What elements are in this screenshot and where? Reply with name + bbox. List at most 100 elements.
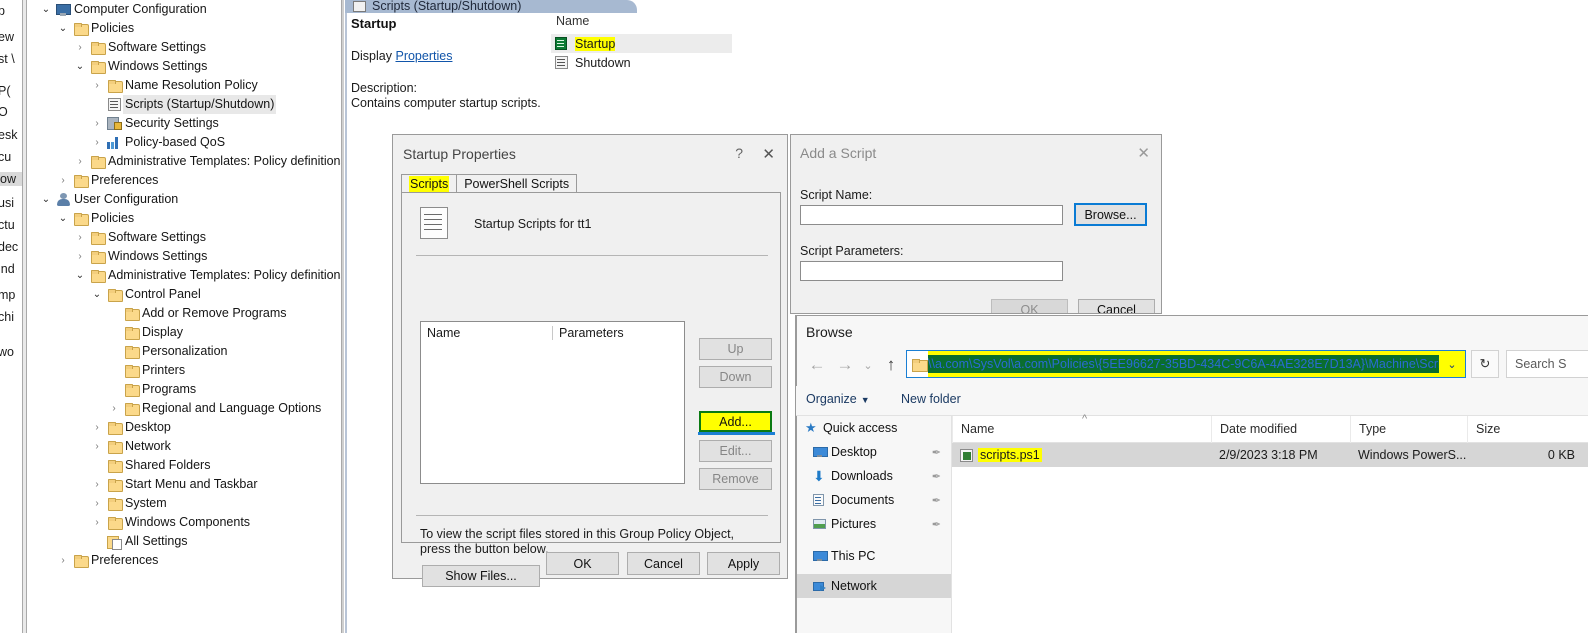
add-a-script-dialog[interactable]: Add a Script ✕ Script Name: Browse... Sc… <box>790 134 1162 314</box>
chevron-right-icon[interactable]: › <box>89 475 105 494</box>
file-list[interactable]: Name Date modified Type Size scripts.ps1… <box>952 413 1588 633</box>
nav-item-pictures[interactable]: Pictures ✒ <box>797 512 951 536</box>
ok-button[interactable]: OK <box>546 552 619 575</box>
tree-item-scripts-startup-shutdown[interactable]: Scripts (Startup/Shutdown) <box>28 95 342 114</box>
properties-link[interactable]: Properties <box>395 49 452 63</box>
chevron-down-icon[interactable]: ⌄ <box>72 266 88 285</box>
show-files-button[interactable]: Show Files... <box>422 565 540 587</box>
address-input[interactable]: \\a.com\SysVol\a.com\Policies\{5EE96627-… <box>928 355 1465 373</box>
search-input[interactable]: Search S <box>1506 350 1588 378</box>
chevron-right-icon[interactable]: › <box>72 38 88 57</box>
tree-item-administrative-templates-policy-definitions[interactable]: › Administrative Templates: Policy defini… <box>28 152 342 171</box>
nav-item-this-pc[interactable]: This PC <box>797 544 951 568</box>
recent-locations-chevron-down-icon[interactable]: ⌄ <box>860 352 876 378</box>
tree-item-desktop[interactable]: › Desktop <box>28 418 342 437</box>
chevron-down-icon[interactable]: ⌄ <box>72 57 88 76</box>
tree-item-network[interactable]: › Network <box>28 437 342 456</box>
pin-icon[interactable]: ✒ <box>932 494 941 507</box>
column-header-name[interactable]: Name <box>421 326 553 340</box>
edit-button[interactable]: Edit... <box>699 440 772 462</box>
group-policy-tree[interactable]: ⌄ Computer Configuration ⌄ Policies › Softwar… <box>28 0 342 633</box>
tree-item-preferences[interactable]: › Preferences <box>28 171 342 190</box>
chevron-right-icon[interactable]: › <box>89 494 105 513</box>
tree-item-shared-folders[interactable]: Shared Folders <box>28 456 342 475</box>
cancel-button[interactable]: Cancel <box>627 552 700 575</box>
chevron-right-icon[interactable]: › <box>89 437 105 456</box>
nav-item-network[interactable]: Network <box>797 574 951 598</box>
tree-item-all-settings[interactable]: All Settings <box>28 532 342 551</box>
organize-menu[interactable]: Organize ▼ <box>806 392 870 406</box>
tree-item-preferences[interactable]: › Preferences <box>28 551 342 570</box>
chevron-down-icon[interactable]: ⌄ <box>89 285 105 304</box>
tree-item-control-panel[interactable]: ⌄ Control Panel <box>28 285 342 304</box>
tree-item-software-settings[interactable]: › Software Settings <box>28 228 342 247</box>
tree-item-policies[interactable]: ⌄ Policies <box>28 19 342 38</box>
browse-button[interactable]: Browse... <box>1074 203 1147 226</box>
tab-powershell-scripts[interactable]: PowerShell Scripts <box>456 174 578 193</box>
chevron-right-icon[interactable]: › <box>72 247 88 266</box>
browse-file-dialog[interactable]: Browse ← → ⌄ ↑ \\a.com\SysVol\a.com\Poli… <box>795 315 1588 633</box>
tree-item-security-settings[interactable]: › Security Settings <box>28 114 342 133</box>
chevron-right-icon[interactable]: › <box>55 551 71 570</box>
tree-item-start-menu-and-taskbar[interactable]: › Start Menu and Taskbar <box>28 475 342 494</box>
table-row[interactable]: scripts.ps1 2/9/2023 3:18 PM Windows Pow… <box>952 443 1588 467</box>
startup-properties-dialog[interactable]: Startup Properties ? ✕ Scripts PowerShel… <box>392 134 788 587</box>
tree-item-name-resolution-policy[interactable]: › Name Resolution Policy <box>28 76 342 95</box>
ok-button[interactable]: OK <box>991 299 1068 313</box>
back-icon[interactable]: ← <box>806 352 828 378</box>
tree-item-administrative-templates-policy-definitions[interactable]: ⌄ Administrative Templates: Policy defini… <box>28 266 342 285</box>
tree-item-windows-components[interactable]: › Windows Components <box>28 513 342 532</box>
chevron-down-icon[interactable]: ⌄ <box>55 19 71 38</box>
column-header-date-modified[interactable]: Date modified <box>1211 415 1350 443</box>
chevron-down-icon[interactable]: ⌄ <box>38 0 54 19</box>
tree-item-display[interactable]: Display <box>28 323 342 342</box>
pin-icon[interactable]: ✒ <box>932 518 941 531</box>
tree-pane-splitter[interactable] <box>341 0 344 633</box>
tree-item-user-configuration[interactable]: ⌄ User Configuration <box>28 190 342 209</box>
tab-strip[interactable]: Scripts PowerShell Scripts <box>401 173 578 193</box>
chevron-right-icon[interactable]: › <box>55 171 71 190</box>
tree-item-personalization[interactable]: Personalization <box>28 342 342 361</box>
new-folder-button[interactable]: New folder <box>901 392 961 406</box>
chevron-right-icon[interactable]: › <box>89 513 105 532</box>
down-button[interactable]: Down <box>699 366 772 388</box>
chevron-down-icon[interactable]: ⌄ <box>1439 351 1465 377</box>
tree-item-programs[interactable]: Programs <box>28 380 342 399</box>
refresh-icon[interactable]: ↻ <box>1471 350 1499 378</box>
cancel-button[interactable]: Cancel <box>1078 299 1155 313</box>
close-icon[interactable]: ✕ <box>762 145 775 163</box>
chevron-right-icon[interactable]: › <box>89 114 105 133</box>
remove-button[interactable]: Remove <box>699 468 772 490</box>
pin-icon[interactable]: ✒ <box>932 470 941 483</box>
up-icon[interactable]: ↑ <box>880 352 902 378</box>
tree-item-policies[interactable]: ⌄ Policies <box>28 209 342 228</box>
column-header-parameters[interactable]: Parameters <box>553 326 624 340</box>
nav-item-downloads[interactable]: ⬇ Downloads ✒ <box>797 464 951 488</box>
tab-scripts[interactable]: Scripts <box>401 174 458 193</box>
add-button[interactable]: Add... <box>699 411 772 432</box>
chevron-right-icon[interactable]: › <box>72 228 88 247</box>
script-parameters-input[interactable] <box>800 261 1063 281</box>
chevron-down-icon[interactable]: ⌄ <box>55 209 71 228</box>
pin-icon[interactable]: ✒ <box>932 446 941 459</box>
scripts-list[interactable]: Name Startup Shutdown <box>551 14 732 72</box>
tree-item-software-settings[interactable]: › Software Settings <box>28 38 342 57</box>
scripts-listbox[interactable]: Name Parameters <box>420 321 685 484</box>
apply-button[interactable]: Apply <box>707 552 780 575</box>
tree-item-regional-and-language-options[interactable]: › Regional and Language Options <box>28 399 342 418</box>
nav-item-documents[interactable]: Documents ✒ <box>797 488 951 512</box>
chevron-right-icon[interactable]: › <box>72 152 88 171</box>
tree-item-printers[interactable]: Printers <box>28 361 342 380</box>
pane-splitter[interactable] <box>22 0 27 633</box>
tree-item-windows-settings[interactable]: ⌄ Windows Settings <box>28 57 342 76</box>
chevron-right-icon[interactable]: › <box>89 133 105 152</box>
help-icon[interactable]: ? <box>735 145 743 161</box>
forward-icon[interactable]: → <box>834 352 856 378</box>
navigation-pane[interactable]: ★ Quick access Desktop ✒ ⬇ Downloads ✒ Document… <box>797 416 952 633</box>
tree-item-windows-settings[interactable]: › Windows Settings <box>28 247 342 266</box>
chevron-right-icon[interactable]: › <box>89 418 105 437</box>
column-header-name[interactable]: Name <box>952 413 1211 443</box>
chevron-right-icon[interactable]: › <box>89 76 105 95</box>
up-button[interactable]: Up <box>699 338 772 360</box>
tree-item-add-or-remove-programs[interactable]: Add or Remove Programs <box>28 304 342 323</box>
